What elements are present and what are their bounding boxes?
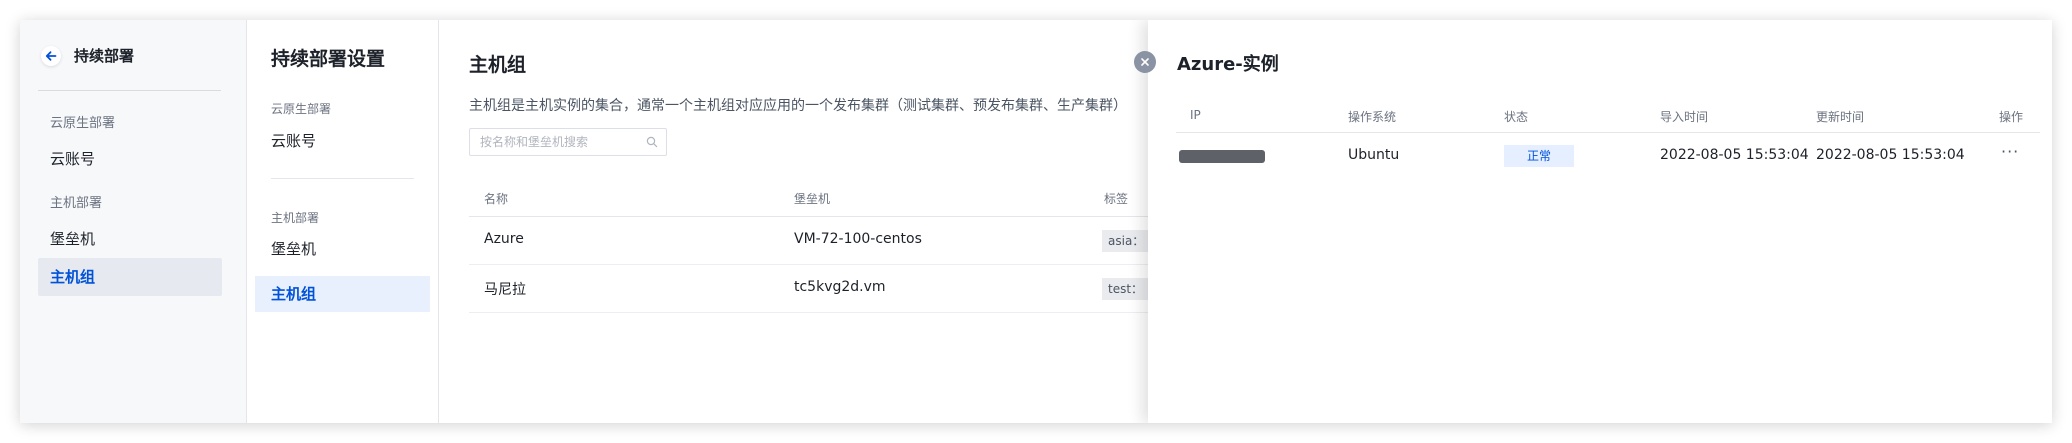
instance-drawer: Azure-实例 IP 操作系统 状态 导入时间 更新时间 操作 Ubuntu …	[1148, 20, 2052, 423]
column-tags: 标签	[1104, 192, 1129, 206]
table-row[interactable]: 马尼拉 tc5kvg2d.vm test：	[469, 265, 1189, 313]
arrow-left-icon	[45, 50, 57, 61]
nav-group-host-deploy: 主机部署	[50, 196, 103, 211]
nav-item-bastion[interactable]: 堡垒机	[38, 220, 222, 258]
row-tag: asia：	[1102, 230, 1151, 252]
settings-divider	[271, 178, 414, 179]
settings-title: 持续部署设置	[271, 48, 386, 70]
app-window: 持续部署 云原生部署 云账号 主机部署 堡垒机 主机组 持续部署设置 云原生部署…	[20, 20, 2052, 423]
column-name: 名称	[484, 192, 509, 206]
drawer-close-button[interactable]	[1134, 51, 1156, 73]
settings-panel: 持续部署设置 云原生部署 云账号 主机部署 堡垒机 主机组	[247, 20, 439, 423]
settings-item-bastion[interactable]: 堡垒机	[255, 231, 430, 267]
nav-title: 持续部署	[74, 47, 135, 65]
search-icon[interactable]	[646, 136, 658, 148]
row-bastion: tc5kvg2d.vm	[794, 279, 886, 295]
status-badge: 正常	[1504, 145, 1574, 167]
column-bastion: 堡垒机	[794, 192, 831, 206]
row-name[interactable]: Azure	[484, 231, 524, 247]
back-button[interactable]	[41, 45, 61, 66]
nav-divider	[38, 90, 221, 91]
nav-group-cloud-native: 云原生部署	[50, 116, 116, 131]
search-box[interactable]	[469, 128, 667, 156]
instance-row: Ubuntu 正常 2022-08-05 15:53:04 2022-08-05…	[1176, 133, 2040, 180]
ip-redacted	[1179, 150, 1265, 163]
instance-os: Ubuntu	[1348, 147, 1400, 163]
settings-group-host-deploy: 主机部署	[271, 211, 320, 225]
nav-item-host-group[interactable]: 主机组	[38, 258, 222, 296]
search-input[interactable]	[478, 134, 646, 150]
left-navigation: 持续部署 云原生部署 云账号 主机部署 堡垒机 主机组	[20, 20, 247, 423]
settings-item-cloud-account[interactable]: 云账号	[255, 123, 430, 159]
more-actions-button[interactable]: ···	[2001, 142, 2019, 161]
drawer-table-header: IP 操作系统 状态 导入时间 更新时间 操作	[1176, 100, 2040, 133]
column-imported: 导入时间	[1660, 110, 1709, 124]
instance-updated-time: 2022-08-05 15:53:04	[1816, 147, 1965, 163]
row-tag: test：	[1102, 278, 1150, 300]
column-actions: 操作	[1999, 110, 2024, 124]
settings-item-host-group[interactable]: 主机组	[255, 276, 430, 312]
column-updated: 更新时间	[1816, 110, 1865, 124]
page-description: 主机组是主机实例的集合，通常一个主机组对应应用的一个发布集群（测试集群、预发布集…	[469, 98, 1127, 114]
nav-header: 持续部署	[41, 45, 134, 66]
instance-imported-time: 2022-08-05 15:53:04	[1660, 147, 1809, 163]
settings-group-cloud-native: 云原生部署	[271, 102, 332, 116]
table-header: 名称 堡垒机 标签	[469, 180, 1189, 217]
column-ip: IP	[1190, 108, 1201, 122]
row-name[interactable]: 马尼拉	[484, 279, 526, 299]
column-status: 状态	[1504, 110, 1529, 124]
nav-item-cloud-account[interactable]: 云账号	[38, 140, 222, 178]
column-os: 操作系统	[1348, 110, 1397, 124]
row-bastion: VM-72-100-centos	[794, 231, 922, 247]
page-title: 主机组	[469, 54, 527, 76]
main-content: 主机组 主机组是主机实例的集合，通常一个主机组对应应用的一个发布集群（测试集群、…	[439, 20, 1189, 423]
table-row[interactable]: Azure VM-72-100-centos asia：	[469, 217, 1189, 265]
drawer-title: Azure-实例	[1177, 54, 1279, 75]
close-icon	[1141, 58, 1149, 66]
